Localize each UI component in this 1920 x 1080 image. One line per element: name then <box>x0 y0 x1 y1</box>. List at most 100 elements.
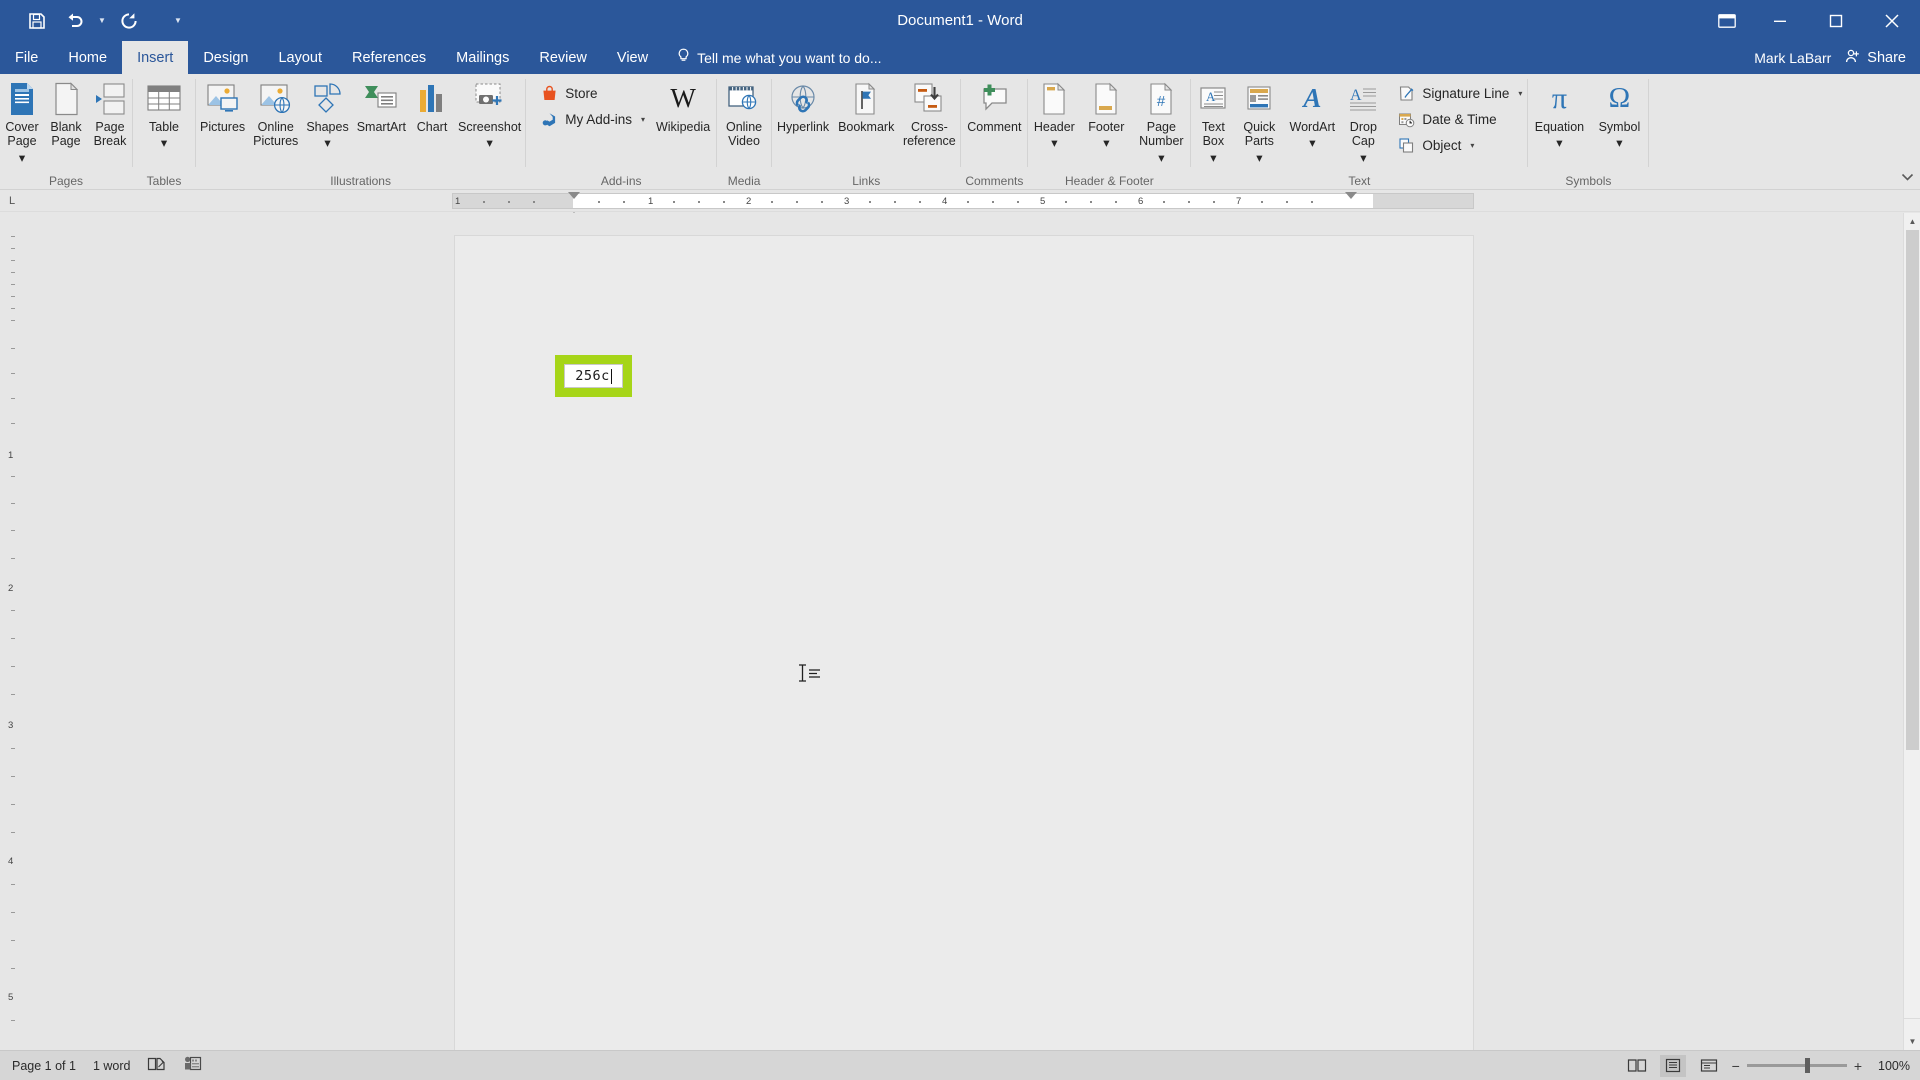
tab-file[interactable]: File <box>0 41 53 74</box>
tell-me-search[interactable]: Tell me what you want to do... <box>663 41 891 74</box>
wordart-dropdown-icon[interactable]: ▾ <box>1309 136 1315 150</box>
tab-review[interactable]: Review <box>524 41 602 74</box>
web-layout-icon[interactable] <box>1696 1055 1722 1077</box>
wikipedia-button[interactable]: W Wikipedia <box>650 78 716 134</box>
date-time-button[interactable]: Date & Time <box>1391 106 1527 132</box>
screenshot-button[interactable]: Screenshot ▾ <box>454 78 525 151</box>
right-indent-marker[interactable] <box>1345 192 1357 199</box>
cover-page-dropdown-icon[interactable]: ▾ <box>19 151 25 165</box>
text-box-dropdown-icon[interactable]: ▾ <box>1210 151 1216 165</box>
footer-dropdown-icon[interactable]: ▾ <box>1103 136 1109 150</box>
shapes-button[interactable]: Shapes ▾ <box>302 78 352 151</box>
collapse-ribbon-icon[interactable] <box>1901 173 1914 185</box>
word-count[interactable]: 1 word <box>93 1059 131 1073</box>
bookmark-icon <box>851 80 881 118</box>
zoom-in-button[interactable]: + <box>1854 1059 1862 1073</box>
online-pictures-button[interactable]: Online Pictures <box>249 78 302 149</box>
hyperlink-icon <box>786 80 820 118</box>
undo-icon[interactable] <box>56 6 94 36</box>
tab-home[interactable]: Home <box>53 41 122 74</box>
minimize-button[interactable] <box>1752 0 1808 41</box>
zoom-track[interactable] <box>1746 1058 1847 1073</box>
header-dropdown-icon[interactable]: ▾ <box>1051 136 1057 150</box>
tab-selector-icon[interactable]: L <box>0 195 24 207</box>
object-button[interactable]: Object ▾ <box>1391 132 1527 158</box>
zoom-out-button[interactable]: − <box>1732 1059 1740 1073</box>
proofing-errors-icon[interactable] <box>147 1056 166 1075</box>
table-button[interactable]: Table ▾ <box>133 78 195 151</box>
document-page[interactable]: 256c <box>454 235 1474 1073</box>
zoom-level[interactable]: 100% <box>1872 1059 1910 1073</box>
bookmark-button[interactable]: Bookmark <box>834 78 898 134</box>
cross-reference-button[interactable]: Cross- reference <box>898 78 960 149</box>
footer-button[interactable]: Footer ▾ <box>1080 78 1132 151</box>
page-break-button[interactable]: Page Break <box>88 78 132 149</box>
signature-line-dropdown-icon[interactable]: ▾ <box>1518 89 1522 98</box>
my-addins-button[interactable]: My Add-ins ▾ <box>534 106 650 132</box>
tab-insert[interactable]: Insert <box>122 41 189 74</box>
drop-cap-dropdown-icon[interactable]: ▾ <box>1360 151 1366 165</box>
hyperlink-button[interactable]: Hyperlink <box>772 78 834 134</box>
customize-qat-icon[interactable]: ▼ <box>170 6 186 36</box>
tab-references[interactable]: References <box>337 41 441 74</box>
scrollbar-thumb[interactable] <box>1906 230 1919 750</box>
text-box-icon: A <box>1198 80 1228 118</box>
accessibility-checker-icon[interactable] <box>183 1056 202 1075</box>
quick-parts-dropdown-icon[interactable]: ▾ <box>1256 151 1262 165</box>
tab-mailings[interactable]: Mailings <box>441 41 524 74</box>
first-line-indent-marker[interactable] <box>568 192 580 199</box>
online-video-button[interactable]: Online Video <box>717 78 771 149</box>
save-icon[interactable] <box>18 6 56 36</box>
share-button[interactable]: Share <box>1845 48 1906 68</box>
restore-button[interactable] <box>1808 0 1864 41</box>
page-number-dropdown-icon[interactable]: ▾ <box>1158 151 1164 165</box>
print-layout-icon[interactable] <box>1659 1054 1686 1077</box>
signature-line-button[interactable]: Signature Line ▾ <box>1391 80 1527 106</box>
text-input-field[interactable]: 256c <box>564 364 623 388</box>
object-dropdown-icon[interactable]: ▾ <box>1470 141 1474 150</box>
drop-cap-button[interactable]: A Drop Cap ▾ <box>1341 78 1385 165</box>
quick-parts-button[interactable]: Quick Parts ▾ <box>1235 78 1283 165</box>
tab-design[interactable]: Design <box>188 41 263 74</box>
user-name[interactable]: Mark LaBarr <box>1754 50 1831 66</box>
symbol-dropdown-icon[interactable]: ▾ <box>1616 136 1622 150</box>
ruler-margin-right <box>1373 194 1473 208</box>
page-status[interactable]: Page 1 of 1 <box>12 1059 76 1073</box>
zoom-thumb[interactable] <box>1804 1058 1810 1073</box>
group-label-tables: Tables <box>146 174 182 188</box>
smartart-button[interactable]: SmartArt <box>353 78 410 134</box>
table-dropdown-icon[interactable]: ▾ <box>161 136 167 150</box>
ribbon-display-options-icon[interactable] <box>1702 0 1752 41</box>
blank-page-button[interactable]: Blank Page <box>44 78 88 149</box>
horizontal-ruler[interactable]: 1 1 2 3 4 5 6 7 <box>452 193 1474 209</box>
split-window-handle[interactable] <box>1904 1018 1920 1033</box>
read-mode-icon[interactable] <box>1624 1055 1650 1077</box>
my-addins-dropdown-icon[interactable]: ▾ <box>641 115 645 124</box>
close-button[interactable] <box>1864 0 1920 41</box>
equation-dropdown-icon[interactable]: ▾ <box>1556 136 1562 150</box>
store-button[interactable]: Store <box>534 80 650 106</box>
redo-icon[interactable] <box>110 6 148 36</box>
screenshot-label: Screenshot <box>458 120 522 134</box>
zoom-slider[interactable]: − + <box>1732 1058 1862 1073</box>
tab-view[interactable]: View <box>602 41 663 74</box>
tab-layout[interactable]: Layout <box>263 41 337 74</box>
text-box-button[interactable]: A Text Box ▾ <box>1191 78 1235 165</box>
comment-button[interactable]: Comment <box>961 78 1027 134</box>
shapes-dropdown-icon[interactable]: ▾ <box>324 136 330 150</box>
symbol-button[interactable]: Ω Symbol ▾ <box>1590 78 1648 151</box>
header-button[interactable]: Header ▾ <box>1028 78 1080 151</box>
scroll-up-icon[interactable]: ▲ <box>1904 213 1920 230</box>
wordart-button[interactable]: A WordArt ▾ <box>1283 78 1341 151</box>
chart-button[interactable]: Chart <box>410 78 454 134</box>
vertical-ruler[interactable]: 1 2 3 4 5 <box>0 213 24 1050</box>
vertical-scrollbar[interactable]: ▲ ▼ <box>1903 213 1920 1050</box>
screenshot-dropdown-icon[interactable]: ▾ <box>487 136 493 150</box>
document-workspace: 1 2 3 4 5 256c ▲ ▼ <box>0 213 1920 1073</box>
pictures-button[interactable]: Pictures <box>196 78 249 134</box>
cover-page-button[interactable]: Cover Page ▾ <box>0 78 44 165</box>
equation-button[interactable]: π Equation ▾ <box>1528 78 1590 151</box>
scroll-down-icon[interactable]: ▼ <box>1904 1033 1920 1050</box>
page-number-button[interactable]: # Page Number ▾ <box>1132 78 1190 165</box>
undo-dropdown-icon[interactable]: ▼ <box>94 6 110 36</box>
